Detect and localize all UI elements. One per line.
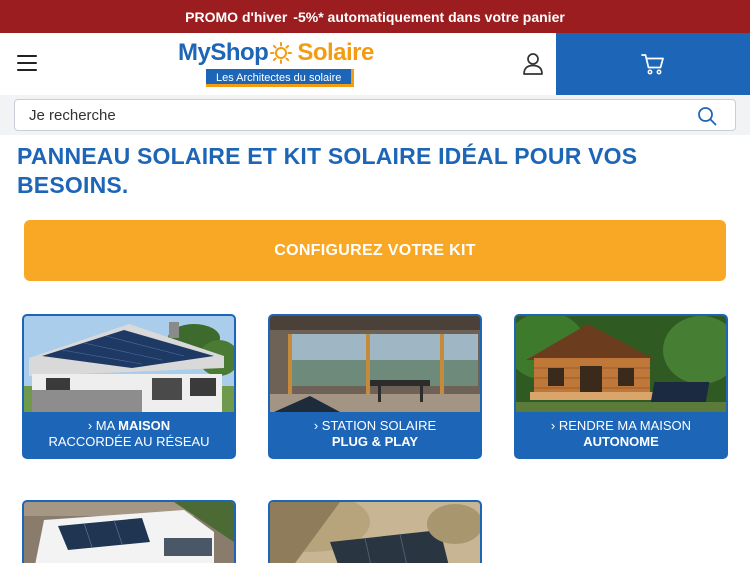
wooden-cabin-image [516,316,726,412]
user-account-button[interactable] [520,51,546,77]
logo-text-solaire: Solaire [297,39,374,66]
card-autonomous-house[interactable]: › RENDRE MA MAISON AUTONOME [514,314,728,459]
site-logo[interactable]: MyShop Solaire Les Architectes du solair… [178,39,390,89]
cart-icon [641,54,664,75]
card-label-prefix: MA [95,418,119,433]
card-label-strong: MAISON [118,418,171,433]
search-icon[interactable] [697,106,717,126]
site-header: MyShop Solaire Les Architectes du solair… [0,33,750,95]
hamburger-menu-icon[interactable] [17,55,37,71]
page-title: PANNEAU SOLAIRE ET KIT SOLAIRE IDÉAL POU… [17,143,638,198]
card-label: › STATION SOLAIRE PLUG & PLAY [270,412,480,457]
user-icon [523,53,543,75]
card-label-prefix: STATION SOLAIRE [321,418,437,433]
card-van[interactable] [22,500,236,563]
card-plug-and-play-station[interactable]: › STATION SOLAIRE PLUG & PLAY [268,314,482,459]
cart-button[interactable] [556,33,750,95]
card-nomad[interactable] [268,500,482,563]
search-input[interactable] [15,100,675,130]
card-label-line2: PLUG & PLAY [331,434,419,449]
card-label-prefix: RENDRE MA MAISON [558,418,692,433]
logo-tagline: Les Architectes du solaire [206,69,355,87]
card-label-line2: RACCORDÉE AU RÉSEAU [48,434,210,449]
configure-kit-button[interactable]: CONFIGUREZ VOTRE KIT [24,220,726,281]
card-label-line2: AUTONOME [583,434,659,449]
van-solar-image [24,502,234,563]
card-label: › RENDRE MA MAISON AUTONOME [516,412,726,457]
sun-icon [270,42,293,64]
search-box [14,99,736,131]
tent-solar-panel-image [270,502,480,563]
terrace-solar-station-image [270,316,480,412]
card-label: › MA MAISON RACCORDÉE AU RÉSEAU [24,412,234,457]
promo-label: PROMO d'hiver [185,8,288,25]
promo-banner: PROMO d'hiver -5%* automatiquement dans … [0,0,750,33]
card-grid-connected-house[interactable]: › MA MAISON RACCORDÉE AU RÉSEAU [22,314,236,459]
logo-text-myshop: MyShop [178,39,269,66]
house-solar-roof-image [24,316,234,412]
promo-discount-text: -5%* automatiquement dans votre panier [293,8,565,25]
search-bar [0,95,750,135]
